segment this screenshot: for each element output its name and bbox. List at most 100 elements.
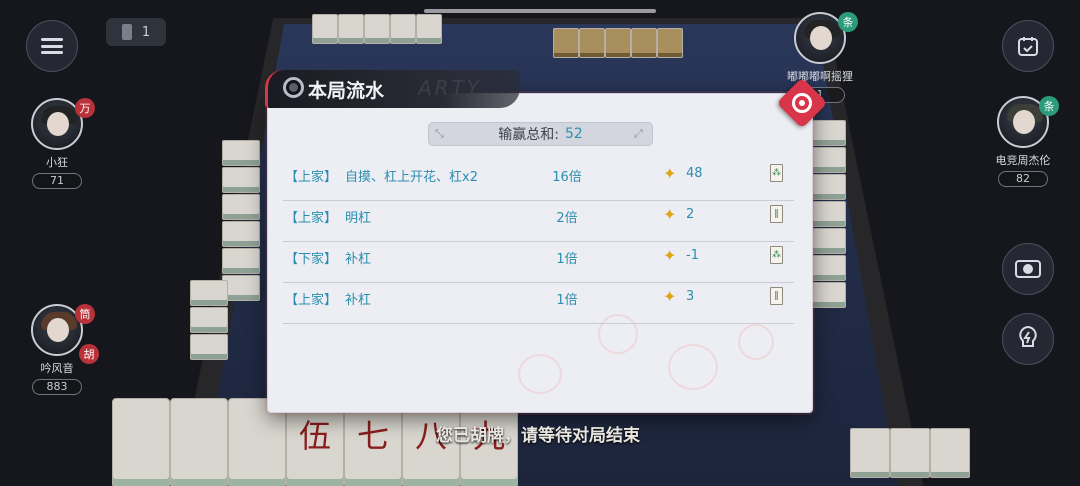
row-multiplier: 2倍 <box>556 211 578 226</box>
tile-back <box>553 28 579 58</box>
tile-back <box>657 28 683 58</box>
player-name: 吟风音 <box>40 362 74 375</box>
tile <box>190 280 228 306</box>
row-tile-icon: ⁂ <box>770 164 783 182</box>
suit-badge: 万 <box>75 98 95 118</box>
left-player-melds <box>190 280 228 361</box>
player-score: 71 <box>32 173 82 189</box>
tile <box>338 14 364 44</box>
row-amount: 48 <box>686 166 703 181</box>
tile <box>416 14 442 44</box>
menu-icon <box>41 38 63 54</box>
suit-badge: 条 <box>838 12 858 32</box>
wall-count: 1 <box>141 24 151 40</box>
tile <box>850 428 890 478</box>
hu-badge: 胡 <box>79 344 99 364</box>
tile <box>390 14 416 44</box>
suit-badge: 条 <box>1039 96 1059 116</box>
background-doodle <box>668 344 718 390</box>
tile-glyph <box>113 399 169 411</box>
flow-row: 【下家】 补杠 1倍 ✦ -1 ⁂ <box>283 242 794 283</box>
coin-icon: ✦ <box>663 246 677 265</box>
exchange-button[interactable] <box>1002 243 1054 295</box>
right-player-melds <box>850 428 970 478</box>
flow-row: 【上家】 补杠 1倍 ✦ 3 ‖ <box>283 283 794 324</box>
header-watermark: ARTY <box>418 76 483 100</box>
tile <box>808 255 846 281</box>
left-player-tiles <box>222 140 260 302</box>
top-player-tiles <box>553 28 683 58</box>
tile <box>364 14 390 44</box>
tile <box>222 248 260 274</box>
coin-icon: ✦ <box>663 287 677 306</box>
tile <box>808 282 846 308</box>
row-desc: 补杠 <box>345 293 372 308</box>
row-amount: 3 <box>686 289 695 304</box>
player-score: 82 <box>998 171 1048 187</box>
record-icon <box>283 77 304 98</box>
player-name: 小狂 <box>46 156 68 169</box>
player-bottom-left[interactable]: 筒 胡 吟风音 883 <box>17 304 99 395</box>
background-doodle <box>518 354 562 394</box>
row-tile-icon: ‖ <box>770 205 783 223</box>
tile-glyph <box>171 399 227 411</box>
tile-stack-icon <box>121 24 132 40</box>
menu-button[interactable] <box>26 20 78 72</box>
row-multiplier: 1倍 <box>556 252 578 267</box>
background-doodle <box>738 324 774 360</box>
calendar-button[interactable] <box>1002 20 1054 72</box>
row-amount: 2 <box>686 207 695 222</box>
tile-back <box>579 28 605 58</box>
row-multiplier: 16倍 <box>552 170 582 185</box>
status-message: 您已胡牌，请等待对局结束 <box>436 426 640 446</box>
tile <box>808 228 846 254</box>
coin-icon: ✦ <box>663 205 677 224</box>
tile <box>808 147 846 173</box>
tile-back <box>605 28 631 58</box>
tile <box>222 194 260 220</box>
row-desc: 明杠 <box>345 211 372 226</box>
row-tile-icon: ⁂ <box>770 246 783 264</box>
flow-row: 【上家】 自摸、杠上开花、杠x2 16倍 ✦ 48 ⁂ <box>283 160 794 201</box>
hint-button[interactable] <box>1002 313 1054 365</box>
wall-counter: 1 <box>106 18 166 46</box>
tile <box>808 201 846 227</box>
home-indicator <box>424 9 656 13</box>
row-multiplier: 1倍 <box>556 293 578 308</box>
flow-row: 【上家】 明杠 2倍 ✦ 2 ‖ <box>283 201 794 242</box>
row-player: 【上家】 <box>285 170 338 185</box>
tile <box>222 140 260 166</box>
row-amount: -1 <box>686 248 699 263</box>
player-score: 883 <box>32 379 82 395</box>
tile <box>808 120 846 146</box>
top-discard-tiles <box>312 14 442 44</box>
row-tile-icon: ‖ <box>770 287 783 305</box>
tile-back <box>631 28 657 58</box>
player-name: 电竞周杰伦 <box>995 154 1051 167</box>
total-label: 输赢总和: <box>498 127 559 143</box>
suit-badge: 筒 <box>75 304 95 324</box>
tile <box>808 174 846 200</box>
calendar-icon <box>1018 37 1038 56</box>
money-exchange-icon <box>1015 260 1041 278</box>
player-right[interactable]: 条 电竞周杰伦 82 <box>983 96 1063 187</box>
hand-tile[interactable] <box>170 398 228 486</box>
lightning-bulb-icon <box>1019 326 1037 347</box>
tile <box>930 428 970 478</box>
right-player-tiles <box>808 120 846 309</box>
total-value: 52 <box>564 126 583 142</box>
tile <box>222 167 260 193</box>
close-icon <box>792 93 812 113</box>
coin-icon: ✦ <box>663 164 677 183</box>
tile <box>190 307 228 333</box>
tile <box>190 334 228 360</box>
row-player: 【下家】 <box>285 252 338 267</box>
tile <box>222 221 260 247</box>
row-player: 【上家】 <box>285 293 338 308</box>
row-player: 【上家】 <box>285 211 338 226</box>
hand-tile[interactable] <box>112 398 170 486</box>
flow-list: 【上家】 自摸、杠上开花、杠x2 16倍 ✦ 48 ⁂ 【上家】 明杠 2倍 ✦… <box>283 160 794 324</box>
row-desc: 自摸、杠上开花、杠x2 <box>345 170 478 185</box>
player-left[interactable]: 万 小狂 71 <box>17 98 97 189</box>
tile <box>312 14 338 44</box>
